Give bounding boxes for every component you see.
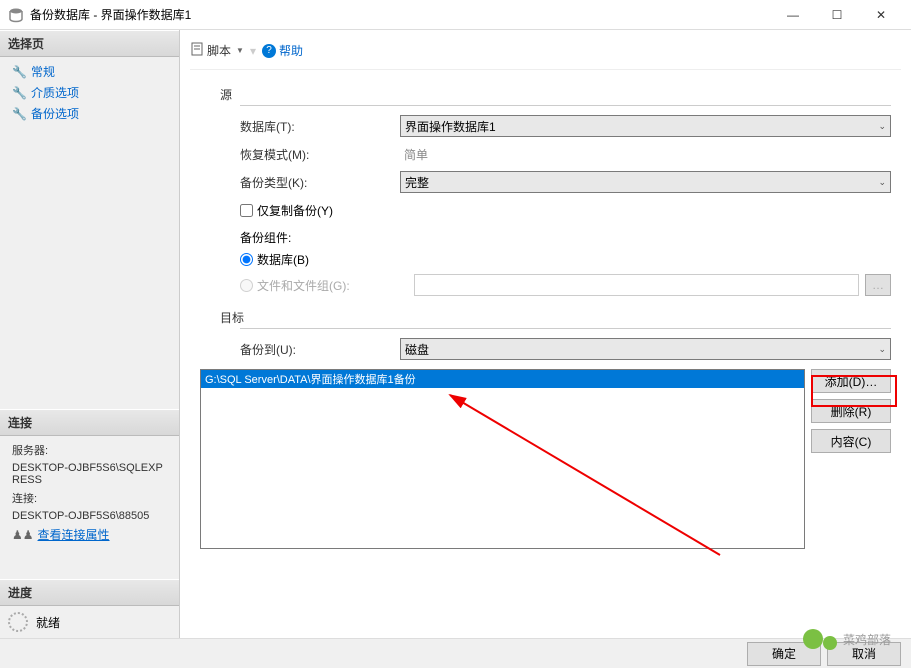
nav-backup-options[interactable]: 🔧 备份选项 (8, 103, 171, 124)
wrench-icon: 🔧 (12, 107, 27, 121)
chevron-down-icon: ⌄ (878, 177, 886, 188)
ok-button[interactable]: 确定 (747, 642, 821, 666)
wrench-icon: 🔧 (12, 65, 27, 79)
dest-group-header: 目标 (220, 309, 891, 326)
nav-label: 备份选项 (31, 105, 79, 122)
nav-label: 介质选项 (31, 84, 79, 101)
files-field (414, 274, 859, 296)
database-icon (8, 7, 24, 23)
radio-database-label: 数据库(B) (257, 251, 309, 268)
window-title: 备份数据库 - 界面操作数据库1 (30, 6, 771, 23)
separator: ▾ (250, 44, 256, 58)
help-button[interactable]: ? 帮助 (262, 42, 303, 59)
script-button[interactable]: 脚本 ▼ (190, 42, 244, 59)
backup-to-label: 备份到(U): (240, 341, 400, 358)
database-combo[interactable]: 界面操作数据库1 ⌄ (400, 115, 891, 137)
copy-only-label: 仅复制备份(Y) (257, 202, 333, 219)
connection-label: 连接: (8, 488, 171, 508)
chevron-down-icon: ⌄ (878, 344, 886, 355)
server-value: DESKTOP-OJBF5S6\SQLEXPRESS (8, 460, 171, 488)
radio-files-label: 文件和文件组(G): (257, 277, 350, 294)
status-row: 就绪 (0, 606, 179, 638)
backup-to-value: 磁盘 (405, 341, 429, 358)
nav-media-options[interactable]: 🔧 介质选项 (8, 82, 171, 103)
connection-header: 连接 (0, 409, 179, 436)
cancel-button[interactable]: 取消 (827, 642, 901, 666)
titlebar: 备份数据库 - 界面操作数据库1 — ☐ ✕ (0, 0, 911, 30)
contents-button[interactable]: 内容(C) (811, 429, 891, 453)
select-page-header: 选择页 (0, 30, 179, 57)
recovery-label: 恢复模式(M): (240, 146, 400, 163)
close-button[interactable]: ✕ (859, 1, 903, 29)
remove-button[interactable]: 删除(R) (811, 399, 891, 423)
progress-header: 进度 (0, 579, 179, 606)
backup-type-value: 完整 (405, 174, 429, 191)
toolbar: 脚本 ▼ ▾ ? 帮助 (190, 38, 901, 70)
nav-label: 常规 (31, 63, 55, 80)
chevron-down-icon: ▼ (236, 46, 244, 55)
recovery-value: 简单 (400, 144, 891, 165)
view-conn-link[interactable]: 查看连接属性 (38, 526, 110, 543)
people-icon: ♟♟ (12, 528, 34, 542)
backup-type-label: 备份类型(K): (240, 174, 400, 191)
main-content: 脚本 ▼ ▾ ? 帮助 源 数据库(T): 界面操作数据库1 ⌄ (180, 30, 911, 638)
help-icon: ? (262, 44, 276, 58)
files-browse-button: … (865, 274, 891, 296)
dialog-footer: 确定 取消 (0, 638, 911, 668)
sidebar: 选择页 🔧 常规 🔧 介质选项 🔧 备份选项 连接 服务器: DESKTOP-O… (0, 30, 180, 638)
destination-item[interactable]: G:\SQL Server\DATA\界面操作数据库1备份 (201, 370, 804, 388)
add-button[interactable]: 添加(D)… (811, 369, 891, 393)
server-label: 服务器: (8, 440, 171, 460)
database-value: 界面操作数据库1 (405, 118, 496, 135)
maximize-button[interactable]: ☐ (815, 1, 859, 29)
help-label: 帮助 (279, 42, 303, 59)
chevron-down-icon: ⌄ (878, 121, 886, 132)
copy-only-checkbox[interactable] (240, 204, 253, 217)
source-group-header: 源 (220, 86, 891, 103)
backup-type-combo[interactable]: 完整 ⌄ (400, 171, 891, 193)
script-icon (190, 42, 204, 59)
component-header: 备份组件: (240, 229, 891, 246)
minimize-button[interactable]: — (771, 1, 815, 29)
script-label: 脚本 (207, 42, 231, 59)
status-text: 就绪 (36, 614, 60, 631)
nav-general[interactable]: 🔧 常规 (8, 61, 171, 82)
spinner-icon (8, 612, 28, 632)
view-connection-props[interactable]: ♟♟ 查看连接属性 (8, 524, 171, 545)
database-label: 数据库(T): (240, 118, 400, 135)
backup-to-combo[interactable]: 磁盘 ⌄ (400, 338, 891, 360)
radio-database[interactable] (240, 253, 253, 266)
connection-value: DESKTOP-OJBF5S6\88505 (8, 508, 171, 524)
destination-list[interactable]: G:\SQL Server\DATA\界面操作数据库1备份 (200, 369, 805, 549)
radio-files (240, 279, 253, 292)
wrench-icon: 🔧 (12, 86, 27, 100)
